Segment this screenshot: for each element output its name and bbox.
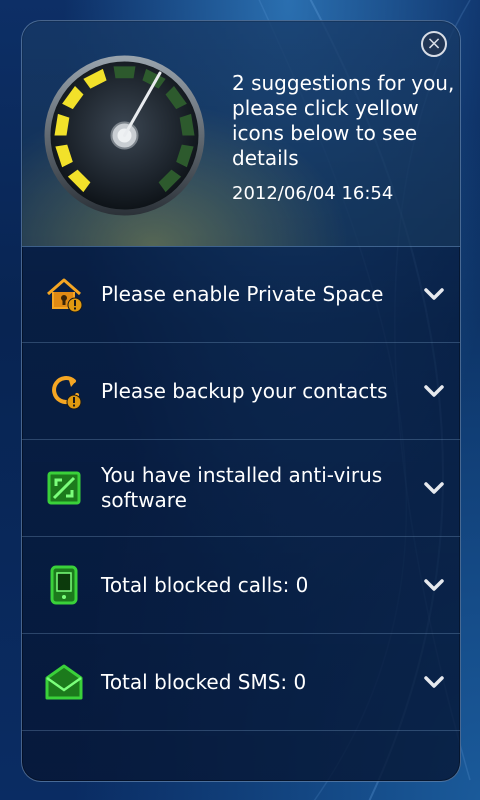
shield-frame-icon [47, 471, 81, 505]
item-label: Please enable Private Space [101, 281, 384, 306]
envelope-icon [45, 664, 83, 700]
status-header: × 2 suggestions for you, please click ye… [22, 21, 460, 247]
house-lock-warning-icon [47, 278, 83, 313]
close-icon: × [426, 33, 442, 54]
close-button[interactable]: × [421, 31, 447, 57]
list-item-blocked-calls[interactable]: Total blocked calls: 0 [22, 537, 460, 634]
chevron-down-icon[interactable] [423, 481, 445, 495]
security-panel: × 2 suggestions for you, please click ye… [21, 20, 461, 782]
item-label: Please backup your contacts [101, 378, 388, 403]
phone-icon [50, 565, 78, 605]
scan-timestamp: 2012/06/04 16:54 [232, 183, 394, 204]
list-item-backup-contacts[interactable]: Please backup your contacts [22, 343, 460, 440]
speedometer-gauge-icon [44, 55, 205, 216]
chevron-down-icon[interactable] [423, 578, 445, 592]
item-label: Total blocked SMS: 0 [101, 669, 307, 694]
chevron-down-icon[interactable] [423, 675, 445, 689]
item-label: Total blocked calls: 0 [101, 572, 309, 597]
item-label: You have installed anti-virus software [101, 463, 383, 512]
sync-warning-icon [52, 376, 82, 410]
chevron-down-icon[interactable] [423, 287, 445, 301]
chevron-down-icon[interactable] [423, 384, 445, 398]
gauge-segment [113, 66, 136, 79]
list-item-blocked-sms[interactable]: Total blocked SMS: 0 [22, 634, 460, 731]
list-item-anti-virus[interactable]: You have installed anti-virus software [22, 440, 460, 537]
list-item-private-space[interactable]: Please enable Private Space [22, 246, 460, 343]
suggestion-message: 2 suggestions for you, please click yell… [232, 71, 455, 170]
